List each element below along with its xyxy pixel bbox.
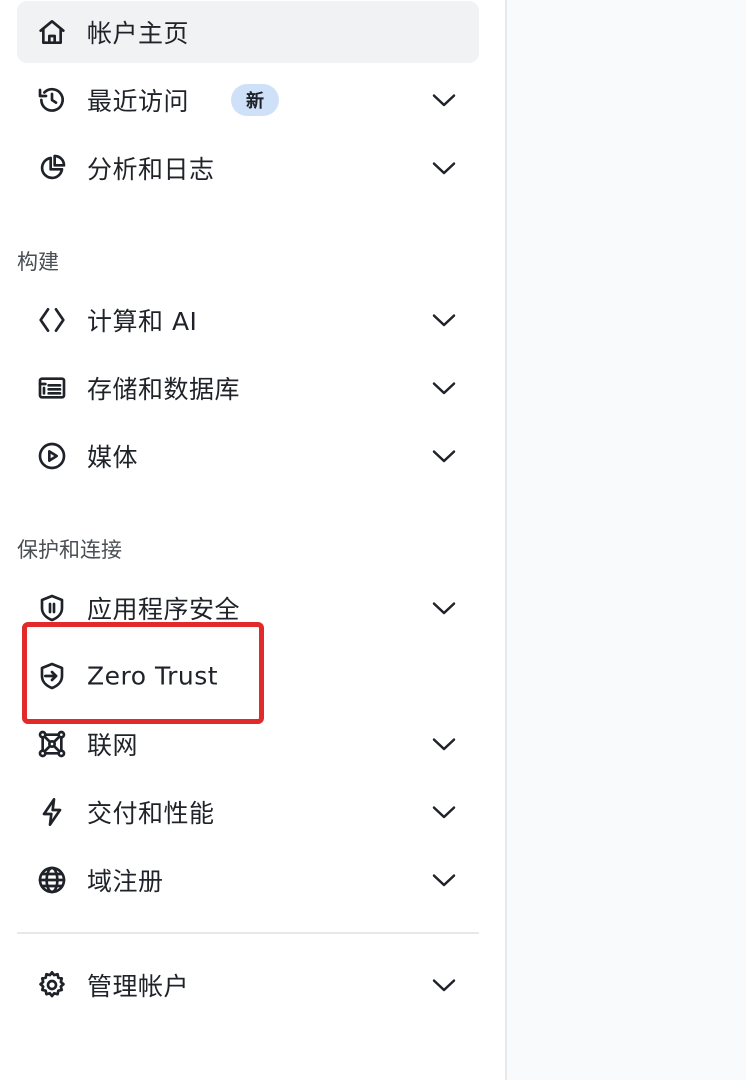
sidebar-item-label: 联网 [87, 731, 139, 760]
lightning-icon [35, 795, 69, 829]
sidebar-item-domain-registration[interactable]: 域注册 [17, 849, 479, 911]
code-brackets-icon [35, 303, 69, 337]
chevron-down-icon[interactable] [429, 373, 459, 403]
sidebar-item-label: 管理帐户 [87, 972, 190, 1001]
main-content-pane [507, 0, 746, 1080]
gear-icon [35, 968, 69, 1002]
sidebar-item-analytics[interactable]: 分析和日志 [17, 137, 479, 199]
network-icon [35, 727, 69, 761]
new-badge: 新 [231, 84, 279, 116]
pie-chart-icon [35, 151, 69, 185]
sidebar-item-compute-ai[interactable]: 计算和 AI [17, 289, 479, 351]
sidebar-item-label: Zero Trust [87, 661, 219, 691]
chevron-down-icon[interactable] [429, 153, 459, 183]
history-icon [35, 83, 69, 117]
sidebar-item-recent[interactable]: 最近访问 新 [17, 69, 479, 131]
sidebar-item-networking[interactable]: 联网 [17, 713, 479, 775]
chevron-down-icon[interactable] [429, 85, 459, 115]
sidebar-item-label: 计算和 AI [87, 307, 198, 336]
section-header-build: 构建 [17, 250, 59, 274]
home-icon [35, 15, 69, 49]
sidebar-item-label: 存储和数据库 [87, 375, 241, 404]
sidebar-item-zero-trust[interactable]: Zero Trust [17, 645, 479, 707]
chevron-down-icon[interactable] [429, 305, 459, 335]
sidebar-item-account-home[interactable]: 帐户主页 [17, 1, 479, 63]
shield-icon [35, 591, 69, 625]
sidebar-item-label: 交付和性能 [87, 799, 215, 828]
sidebar-item-app-security[interactable]: 应用程序安全 [17, 577, 479, 639]
shield-arrow-icon [35, 659, 69, 693]
chevron-down-icon[interactable] [429, 797, 459, 827]
sidebar-item-delivery-performance[interactable]: 交付和性能 [17, 781, 479, 843]
sidebar-item-storage-db[interactable]: 存储和数据库 [17, 357, 479, 419]
chevron-down-icon[interactable] [429, 865, 459, 895]
sidebar-item-label: 应用程序安全 [87, 595, 241, 624]
sidebar-item-manage-account[interactable]: 管理帐户 [17, 954, 479, 1016]
sidebar-item-label: 最近访问 [87, 87, 190, 116]
sidebar-nav: 帐户主页 最近访问 新 分析和日志 构建 计算和 AI 存储和数据库 媒体 保护… [0, 0, 505, 1080]
chevron-down-icon[interactable] [429, 441, 459, 471]
page: 帐户主页 最近访问 新 分析和日志 构建 计算和 AI 存储和数据库 媒体 保护… [0, 0, 746, 1080]
sidebar-item-media[interactable]: 媒体 [17, 425, 479, 487]
chevron-down-icon[interactable] [429, 593, 459, 623]
sidebar-item-label: 分析和日志 [87, 155, 215, 184]
chevron-down-icon[interactable] [429, 970, 459, 1000]
sidebar-item-label: 媒体 [87, 443, 139, 472]
sidebar-item-label: 帐户主页 [87, 19, 190, 48]
play-circle-icon [35, 439, 69, 473]
globe-icon [35, 863, 69, 897]
chevron-down-icon[interactable] [429, 729, 459, 759]
database-list-icon [35, 371, 69, 405]
section-header-protect-connect: 保护和连接 [17, 538, 122, 562]
sidebar-divider [17, 932, 479, 934]
sidebar-item-label: 域注册 [87, 867, 164, 896]
